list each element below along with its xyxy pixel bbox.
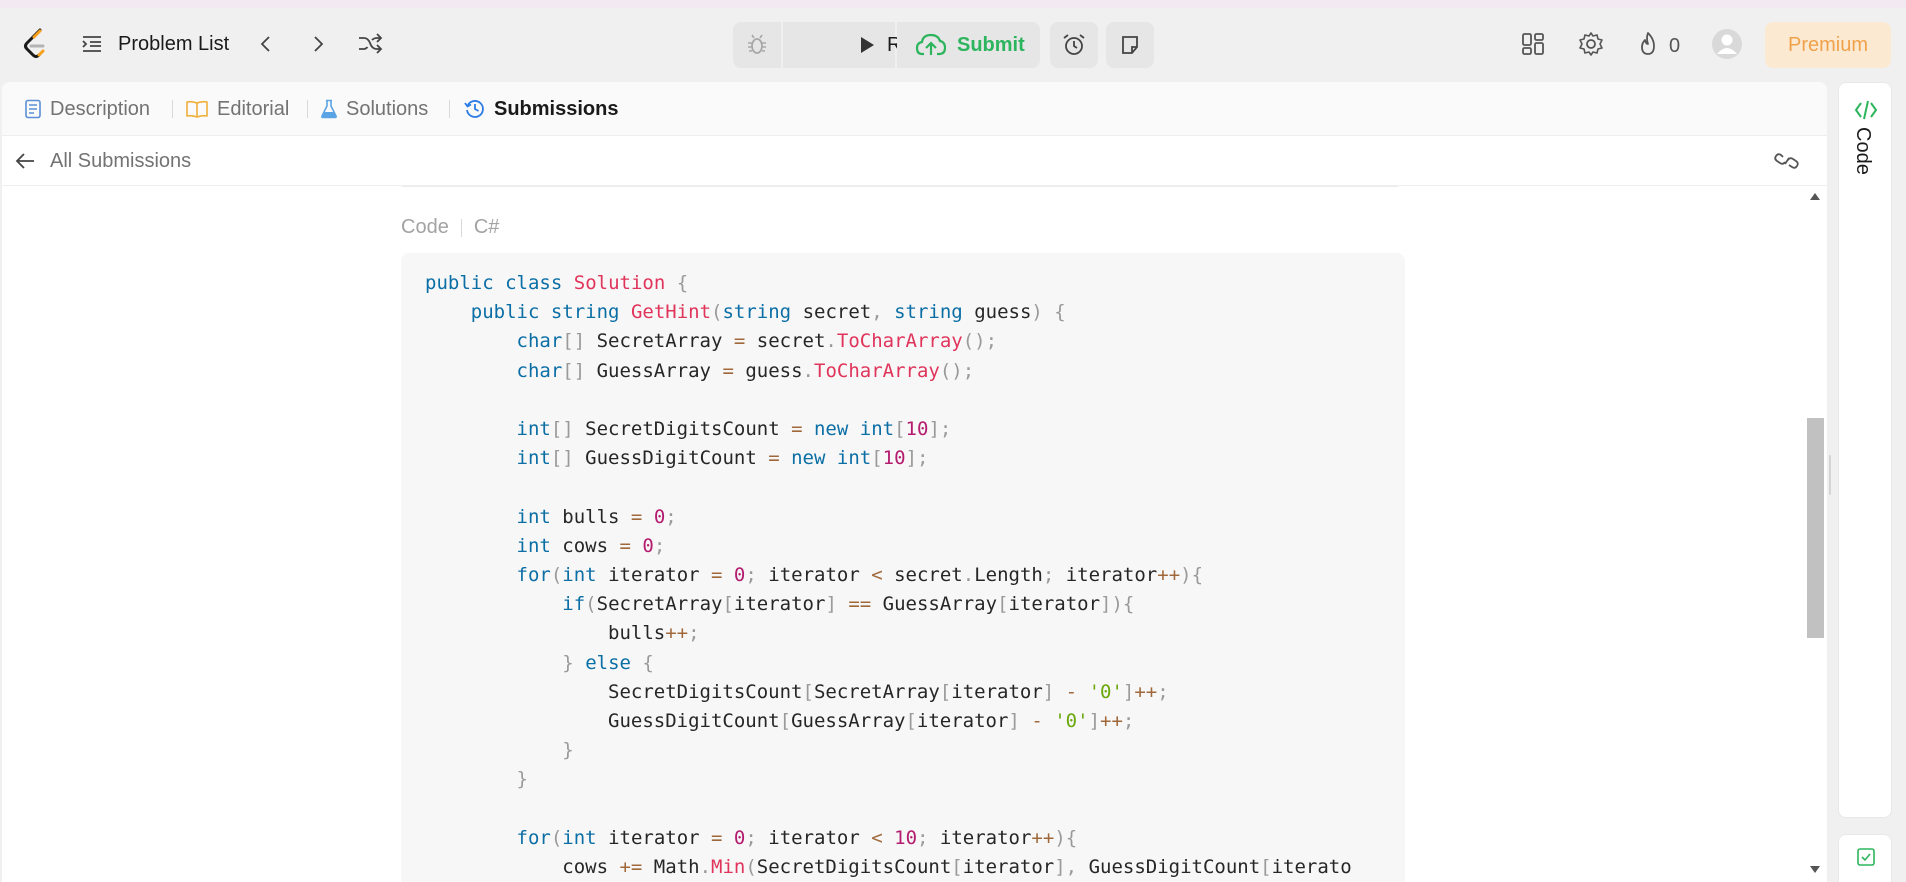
code-line-14: } else { [562,651,654,674]
avatar[interactable] [1711,28,1743,60]
nav-left-group: Problem List [20,26,409,62]
code-line-10: int cows = 0; [516,534,666,557]
panel-tab-bar: Description Editorial Solutions Submissi… [2,82,1827,136]
description-icon [25,99,41,119]
code-block[interactable]: public class Solution { public string Ge… [401,253,1405,882]
bug-icon [748,34,766,54]
arrow-left-icon[interactable] [14,150,36,172]
divider [402,186,1398,187]
next-problem-button[interactable] [305,31,331,57]
language-label: C# [473,216,500,238]
tab-label: Solutions [346,97,429,120]
code-line-9: int bulls = 0; [516,505,677,528]
link-icon[interactable] [1773,150,1801,172]
streak-count: 0 [1669,35,1681,57]
timer-button[interactable] [1050,22,1098,68]
code-line-1: public class Solution { [425,272,689,294]
code-line-11: for(int iterator = 0; iterator < secret.… [516,564,1204,587]
code-line-16: GuessDigitCount[GuessArray[iterator] - '… [425,710,1135,733]
problem-list-icon[interactable] [80,32,104,56]
tab-divider [172,100,173,118]
tab-label: Editorial [217,97,290,120]
submit-button[interactable]: Submit [897,22,1040,68]
testcase-panel-tab[interactable] [1838,834,1892,882]
chevron-right-icon [314,36,324,52]
cloud-upload-icon [915,33,947,56]
tab-label: Submissions [494,97,619,120]
scroll-up-arrow-icon[interactable] [1810,192,1820,200]
play-icon [861,37,874,53]
code-line-21: cows += Math.Min(SecretDigitsCount[itera… [425,856,1352,879]
code-line-12: if(SecretArray[iterator] == GuessArray[i… [562,593,1135,616]
code-line-17: } [562,739,574,762]
window-top-border [0,0,1906,8]
tab-submissions[interactable]: Submissions [464,96,618,122]
vertical-scrollbar[interactable] [1802,186,1827,882]
settings-gear-icon[interactable] [1577,30,1605,58]
tab-label: Description [50,97,151,120]
code-line-2: public string GetHint(string secret, str… [470,301,1066,324]
notes-button[interactable] [1106,22,1154,68]
code-line-15: SecretDigitsCount[SecretArray[iterator] … [425,680,1169,703]
random-problem-button[interactable] [357,31,383,57]
logo-icon[interactable] [20,27,50,61]
scroll-down-arrow-icon[interactable] [1810,866,1820,874]
code-meta: Code C# [401,216,499,239]
divider [460,218,462,237]
code-text: public class Solution { public string Ge… [425,269,1352,882]
run-button[interactable]: Run [783,22,924,68]
previous-problem-button[interactable] [253,31,279,57]
problem-list-label[interactable]: Problem List [118,33,229,56]
alarm-clock-icon [1063,34,1085,55]
tab-editorial[interactable]: Editorial [185,96,289,122]
chevron-left-icon [260,36,270,52]
code-line-6: int[] SecretDigitsCount = new int[10]; [516,418,952,441]
code-panel-tab[interactable]: Code [1838,82,1892,818]
debug-button[interactable] [733,22,781,68]
scrollbar-thumb[interactable] [1807,418,1824,638]
submission-detail: Code C# public class Solution { public s… [2,186,1827,882]
code-label: Code [401,216,449,238]
history-icon [464,100,484,118]
premium-button[interactable]: Premium [1765,22,1891,68]
code-line-13: bulls++; [425,622,700,645]
checkbox-icon [1857,848,1875,866]
note-icon [1122,36,1138,54]
shuffle-icon [359,33,383,54]
tab-solutions[interactable]: Solutions [320,96,428,122]
top-navbar: Problem List Run [0,8,1906,82]
code-line-4: char[] GuessArray = guess.ToCharArray(); [516,359,975,382]
tab-description[interactable]: Description [24,96,150,122]
code-line-18: } [516,768,528,791]
code-line-20: for(int iterator = 0; iterator < 10; ite… [516,826,1078,849]
code-tab-label: Code [1852,127,1874,175]
tab-divider [307,100,308,118]
nav-center-group: Run Submit [733,22,1162,68]
all-submissions-link[interactable]: All Submissions [50,150,191,173]
streak-flame-icon[interactable] [1634,30,1662,58]
flask-icon [321,99,337,119]
layout-icon[interactable] [1519,30,1547,58]
tab-divider [449,100,450,118]
submit-label: Submit [957,34,1025,56]
code-line-7: int[] GuessDigitCount = new int[10]; [516,447,929,470]
book-icon [186,100,208,118]
code-line-3: char[] SecretArray = secret.ToCharArray(… [516,330,998,353]
submission-header: All Submissions [2,136,1827,186]
panel-resize-handle[interactable] [1829,455,1831,495]
description-panel: Description Editorial Solutions Submissi… [2,82,1827,882]
code-brackets-icon [1854,100,1878,120]
